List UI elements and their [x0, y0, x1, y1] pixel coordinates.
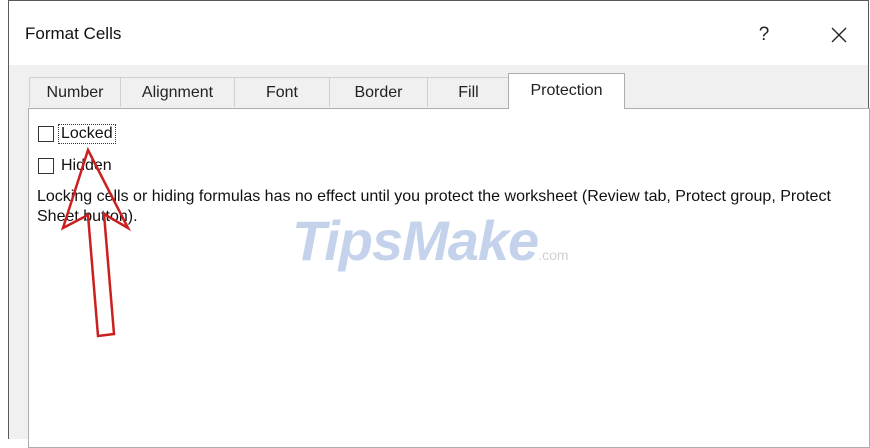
hidden-checkbox[interactable] — [38, 158, 54, 174]
tab-border[interactable]: Border — [329, 77, 427, 107]
hidden-checkbox-row[interactable]: Hidden — [38, 155, 114, 177]
locked-checkbox[interactable] — [38, 126, 54, 142]
tab-number-label: Number — [46, 84, 104, 101]
tab-protection-label: Protection — [530, 82, 603, 99]
hidden-label[interactable]: Hidden — [59, 157, 114, 175]
help-button[interactable]: ? — [750, 21, 778, 49]
protection-info-text: Locking cells or hiding formulas has no … — [37, 188, 831, 225]
tab-fill[interactable]: Fill — [427, 77, 510, 107]
tab-alignment[interactable]: Alignment — [120, 77, 234, 107]
locked-label[interactable]: Locked — [58, 124, 116, 144]
tab-protection[interactable]: Protection — [508, 73, 625, 109]
title-bar: Format Cells ? — [9, 1, 868, 65]
protection-panel: Locked Hidden Locking cells or hiding fo… — [28, 108, 870, 448]
locked-checkbox-row[interactable]: Locked — [38, 123, 116, 145]
tab-fill-label: Fill — [458, 84, 479, 101]
tab-font-label: Font — [265, 84, 298, 101]
tab-alignment-label: Alignment — [141, 84, 214, 101]
tab-border-label: Border — [354, 84, 403, 101]
tab-strip: Number Alignment Font Border Fill Protec… — [29, 73, 868, 109]
tab-font[interactable]: Font — [234, 77, 329, 107]
dialog-title: Format Cells — [25, 24, 122, 43]
format-cells-dialog: Format Cells ? Number Alignment Font Bor… — [8, 0, 870, 448]
close-button[interactable] — [822, 19, 856, 51]
close-icon — [831, 27, 847, 43]
tab-number[interactable]: Number — [29, 77, 120, 107]
